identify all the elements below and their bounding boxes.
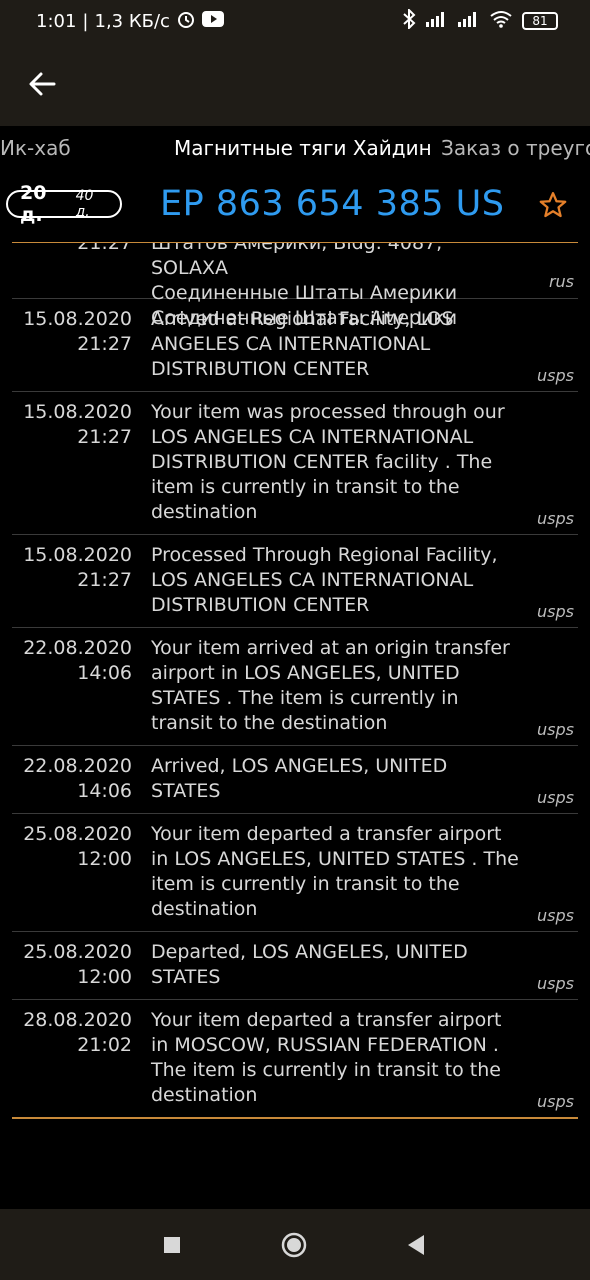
tracking-header: 20 д. 40 д. EP 863 654 385 US [0,172,590,242]
app-bar [0,42,590,126]
youtube-icon [201,10,224,32]
star-icon [539,192,567,218]
event-text: Departed, LOS ANGELES, UNITED STATES [151,941,468,988]
event-text: Your item was processed through our LOS … [151,401,505,523]
recents-button[interactable] [158,1231,186,1259]
triangle-back-icon [408,1235,424,1255]
event-time: 12:00 [77,848,132,870]
days-total: 40 д. [75,188,94,220]
tab-next[interactable]: Заказ о треугол [441,136,590,160]
event-date: 15.08.2020 [23,544,132,566]
parcel-tabs: Ик-хаб Магнитные тяги Хайдин Заказ о тре… [0,126,590,170]
wifi-icon [490,10,512,33]
event-source: usps [537,1092,574,1111]
event-source: usps [537,788,574,807]
event-date: 15.08.2020 [23,401,132,423]
signal-icon-2 [458,11,480,32]
back-arrow-icon [29,72,56,96]
event-source: usps [537,974,574,993]
circle-icon [281,1232,307,1258]
event-source: usps [537,602,574,621]
event-text: Your item departed a transfer airport in… [151,823,519,920]
event-date: 15.08.2020 [23,308,132,330]
network-speed: 1,3 КБ/с [94,10,170,32]
event-source: usps [537,906,574,925]
alarm-icon [176,9,196,34]
back-button[interactable] [22,64,62,104]
battery-level: 81 [532,14,548,28]
event-time: 21:27 [77,333,132,355]
event-row: 22.08.2020 14:06 Your item arrived at an… [12,628,578,746]
event-row: 25.08.2020 12:00 Your item departed a tr… [12,814,578,932]
tab-prev[interactable]: Ик-хаб [0,136,71,160]
system-nav-bar [0,1209,590,1280]
battery-icon: 81 [522,12,558,30]
home-button[interactable] [280,1231,308,1259]
signal-icon [426,11,448,32]
event-text: Arrived at Regional Facility, LOS ANGELE… [151,308,454,380]
event-time: 21:27 [77,242,132,254]
event-date: 22.08.2020 [23,637,132,659]
tracking-events-list[interactable]: 21:27 Штатов Америки, Bldg. 4087, SOLAXA… [12,242,578,1210]
event-date: 25.08.2020 [23,823,132,845]
status-separator: | [82,10,89,32]
event-source: rus [548,272,574,291]
event-row: 15.08.2020 21:27 Your item was processed… [12,392,578,535]
clock: 1:01 [36,10,77,32]
system-back-button[interactable] [402,1231,430,1259]
square-icon [164,1237,180,1253]
favorite-button[interactable] [538,190,568,220]
event-text: Arrived, LOS ANGELES, UNITED STATES [151,755,448,802]
status-bar: 1:01 | 1,3 КБ/с 81 [0,0,590,42]
event-row: 15.08.2020 21:27 Processed Through Regio… [12,535,578,628]
event-row: 22.08.2020 14:06 Arrived, LOS ANGELES, U… [12,746,578,814]
event-text: Your item departed a transfer airport in… [151,1009,502,1106]
event-time: 14:06 [77,780,132,802]
event-source: usps [537,509,574,528]
event-date: 25.08.2020 [23,941,132,963]
event-text: Processed Through Regional Facility, LOS… [151,544,498,616]
event-time: 14:06 [77,662,132,684]
event-time: 21:02 [77,1034,132,1056]
tab-current[interactable]: Магнитные тяги Хайдин [174,136,432,160]
event-date: 28.08.2020 [23,1009,132,1031]
event-row: 21:27 Штатов Америки, Bldg. 4087, SOLAXA… [12,242,578,329]
event-row: 25.08.2020 12:00 Departed, LOS ANGELES, … [12,932,578,1000]
event-row: 15.08.2020 21:27 Arrived at Regional Fac… [12,299,578,392]
event-row: 28.08.2020 21:02 Your item departed a tr… [12,1000,578,1119]
event-time: 21:27 [77,426,132,448]
event-text: Your item arrived at an origin transfer … [151,637,510,734]
days-elapsed: 20 д. [20,182,47,226]
event-time: 12:00 [77,966,132,988]
event-date: 22.08.2020 [23,755,132,777]
event-time: 21:27 [77,569,132,591]
event-source: usps [537,366,574,385]
bluetooth-icon [402,7,416,34]
tracking-number[interactable]: EP 863 654 385 US [160,184,504,224]
event-source: usps [537,720,574,739]
days-badge: 20 д. 40 д. [6,182,122,226]
